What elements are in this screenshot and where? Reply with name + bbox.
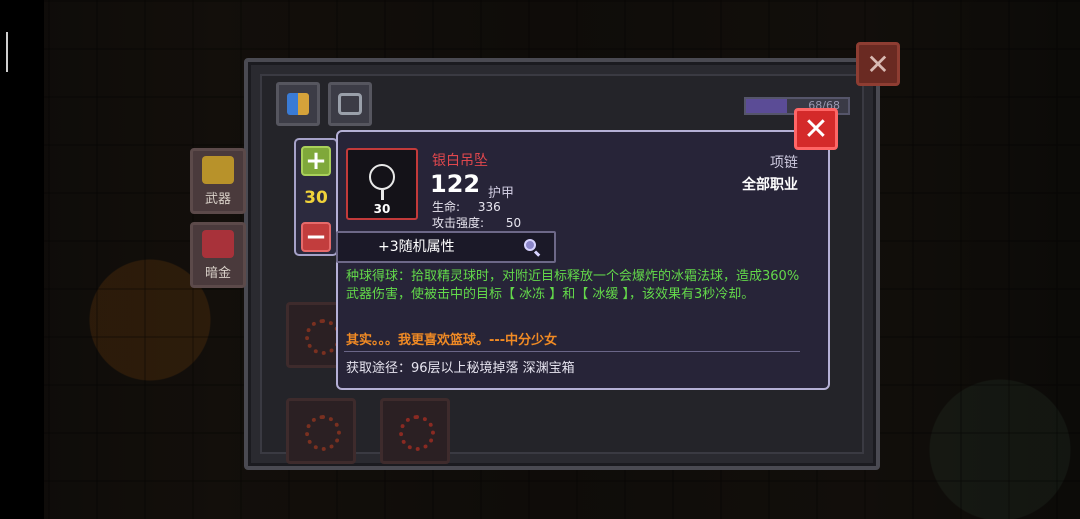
attribute-value: 336 — [477, 200, 501, 214]
random-attributes-button[interactable]: +3随机属性 — [336, 231, 556, 263]
item-main-value: 122 — [430, 170, 481, 198]
tab-weapons[interactable]: 武器 — [190, 148, 246, 214]
item-name: 银白吊坠 — [432, 153, 488, 169]
attribute-row: 生命: 336 — [432, 198, 501, 215]
inventory-slot[interactable] — [380, 398, 450, 464]
panel-close-button[interactable]: ✕ — [856, 42, 900, 86]
quantity-stepper: + 30 − — [294, 138, 338, 256]
magnifier-icon — [524, 239, 541, 257]
close-icon: ✕ — [803, 111, 829, 147]
character-icon — [338, 93, 362, 115]
tab-dark-gold[interactable]: 暗金 — [190, 222, 246, 288]
quantity-value: 30 — [304, 188, 328, 208]
inventory-slot[interactable] — [286, 398, 356, 464]
tab-weapons-label: 武器 — [204, 192, 231, 207]
magnifier-handle — [533, 250, 541, 257]
character-tab[interactable] — [328, 82, 372, 126]
item-count: 30 — [373, 202, 391, 216]
tab-dark-gold-label: 暗金 — [204, 266, 231, 281]
item-tooltip: 30 银白吊坠 122 护甲 生命: 336 攻击强度: 50 项链 全部职业 … — [336, 130, 830, 390]
edge-marker — [6, 32, 8, 72]
random-attributes-label: +3随机属性 — [378, 239, 455, 255]
item-source: 获取途径：96层以上秘境掉落 深渊宝箱 — [346, 361, 575, 376]
item-flavor-text: 其实。。。我更喜欢篮球。---中分少女 — [346, 333, 558, 348]
attribute-value: 50 — [505, 216, 522, 230]
divider — [344, 351, 800, 352]
close-icon: ✕ — [866, 47, 890, 81]
pendant-icon — [369, 164, 395, 190]
left-edge-bar — [0, 0, 44, 519]
dark-gold-icon — [202, 230, 234, 258]
grid-icon — [287, 93, 309, 115]
ring-item-icon — [305, 415, 341, 451]
magnifier-lens — [524, 239, 536, 251]
plus-icon: + — [305, 146, 327, 176]
attribute-row: 攻击强度: 50 — [432, 214, 521, 231]
item-effect-description: 种球得球：拾取精灵球时，对附近目标释放一个会爆炸的冰霜法球，造成360%武器伤害… — [346, 269, 800, 302]
tooltip-close-button[interactable]: ✕ — [794, 108, 838, 150]
increase-button[interactable]: + — [301, 146, 331, 176]
item-type: 项链 — [770, 155, 798, 171]
capacity-bar-fill — [746, 99, 787, 113]
item-icon-frame: 30 — [346, 148, 418, 220]
ring-item-icon — [399, 415, 435, 451]
minus-icon: − — [305, 222, 327, 252]
attribute-label: 生命: — [432, 200, 461, 214]
weapon-icon — [202, 156, 234, 184]
decrease-button[interactable]: − — [301, 222, 331, 252]
attribute-label: 攻击强度: — [432, 216, 485, 230]
grid-view-tab[interactable] — [276, 82, 320, 126]
item-class-restriction: 全部职业 — [742, 177, 798, 193]
pendant-chain — [381, 190, 384, 200]
